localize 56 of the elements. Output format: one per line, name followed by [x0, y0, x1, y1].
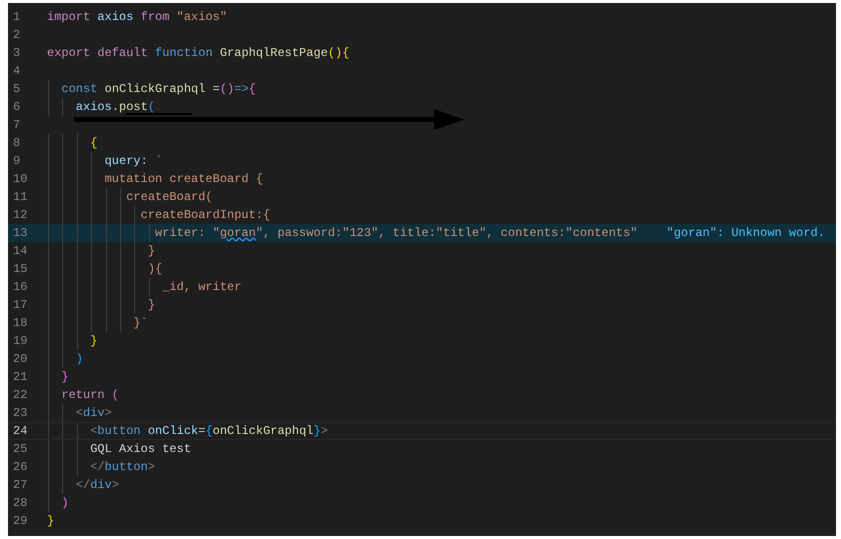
line-number: 13: [12, 225, 28, 242]
line-number: 21: [12, 369, 28, 386]
line-number: 7: [12, 117, 22, 134]
code-line: export default function GraphqlRestPage(){: [47, 45, 350, 62]
code-line: writer: "goran", password:"123", title:"title", contents:"contents": [154, 225, 638, 242]
code-line: query: `: [104, 153, 162, 170]
line-number: 8: [12, 135, 22, 152]
code-line: import axios from "axios": [47, 9, 228, 26]
code-line: }: [146, 243, 156, 260]
line-number: 17: [12, 297, 28, 314]
code-line: <button onClick={onClickGraphql}>: [89, 423, 328, 440]
line-number: 22: [12, 387, 28, 404]
line-number: 9: [12, 153, 22, 170]
line-number: 15: [12, 261, 28, 278]
line-number: 24: [12, 423, 28, 440]
line-number: 29: [12, 513, 28, 530]
code-line: createBoardInput:{: [140, 207, 270, 224]
code-line: ): [60, 495, 69, 512]
code-line: </button>: [89, 459, 156, 476]
code-line: }: [89, 333, 98, 350]
code-line: const onClickGraphql =()=>{: [60, 81, 256, 98]
line-number: 27: [12, 477, 28, 494]
line-number: 5: [12, 81, 22, 98]
code-line: {: [89, 135, 98, 152]
code-line: }: [146, 297, 156, 314]
line-number: 26: [12, 459, 28, 476]
code-line: GQL Axios test: [89, 441, 192, 458]
line-number: 10: [12, 171, 28, 188]
code-line: ){: [146, 261, 162, 278]
line-number: 23: [12, 405, 28, 422]
line-number: 11: [12, 189, 28, 206]
code-line: createBoard(: [125, 189, 213, 206]
code-line: <div>: [74, 405, 112, 422]
line-number: 20: [12, 351, 28, 368]
code-line: }: [60, 369, 69, 386]
line-number: 28: [12, 495, 28, 512]
line-number: 25: [12, 441, 28, 458]
line-number: 16: [12, 279, 28, 296]
code-line: ): [74, 351, 84, 368]
code-line: }: [47, 513, 54, 530]
line-number: 18: [12, 315, 28, 332]
code-line: }`: [132, 315, 148, 332]
line-number: 19: [12, 333, 28, 350]
diagnostic-message: "goran": Unknown word.: [666, 225, 825, 242]
code-line: </div>: [74, 477, 120, 494]
line-number: 6: [12, 99, 22, 116]
code-line: return (: [60, 387, 120, 404]
code-line: mutation createBoard {: [104, 171, 264, 188]
code-line: axios.post(: [74, 99, 156, 116]
line-number: 4: [12, 63, 22, 80]
line-number: 12: [12, 207, 28, 224]
line-number: 3: [12, 45, 22, 62]
line-number: 2: [12, 27, 22, 44]
code-line: _id, writer: [161, 279, 242, 296]
line-number: 1: [12, 9, 22, 26]
line-number: 14: [12, 243, 28, 260]
